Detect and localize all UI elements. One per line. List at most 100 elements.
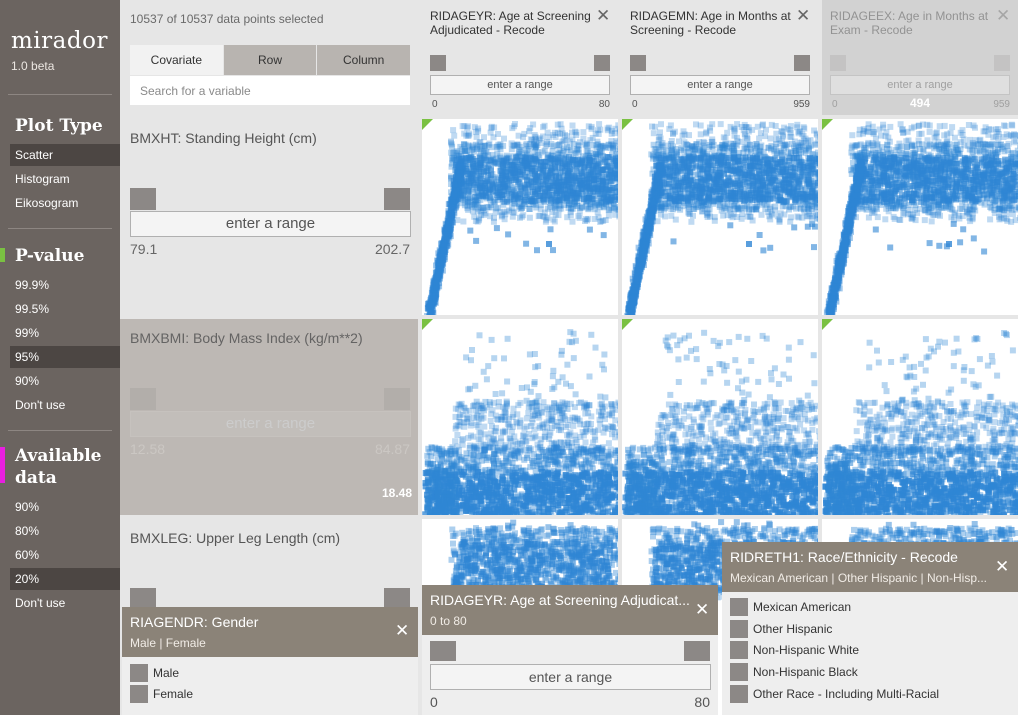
available-data-title-line2: data: [15, 468, 57, 488]
scatter-plot[interactable]: [622, 119, 818, 315]
available-option-80[interactable]: 80%: [10, 520, 120, 542]
option-label: Female: [153, 687, 194, 701]
close-icon[interactable]: ✕: [796, 7, 810, 24]
filter-option-female[interactable]: Female: [130, 685, 193, 703]
pvalue-option-95[interactable]: 95%: [10, 346, 120, 368]
range-max-handle[interactable]: [794, 55, 810, 71]
scatter-plot[interactable]: [622, 319, 818, 515]
filter-title: RIDRETH1: Race/Ethnicity - Recode: [730, 549, 958, 565]
pvalue-color-marker: [0, 248, 5, 262]
option-label: Male: [153, 666, 180, 680]
range-input[interactable]: enter a range: [130, 211, 411, 237]
available-option-20[interactable]: 20%: [10, 568, 120, 590]
filter-panel-age: RIDAGEYR: Age at Screening Adjudicat... …: [422, 585, 718, 715]
close-icon[interactable]: ✕: [395, 622, 409, 639]
range-max-label: 202.7: [374, 241, 410, 257]
divider: [8, 94, 112, 95]
range-min-handle[interactable]: [830, 55, 846, 71]
available-data-color-marker: [0, 447, 5, 483]
tab-covariate[interactable]: Covariate: [130, 45, 223, 75]
pvalue-option-99[interactable]: 99%: [10, 322, 120, 344]
range-max-handle[interactable]: [684, 641, 710, 661]
pvalue-option-999[interactable]: 99.9%: [10, 274, 120, 296]
hover-value: 18.48: [381, 486, 412, 500]
tab-row[interactable]: Row: [222, 45, 317, 75]
plot-type-title: Plot Type: [15, 116, 103, 136]
column-header-ridageyr: RIDAGEYR: Age at Screening Adjudicated -…: [422, 0, 618, 115]
range-min-label: 12.58: [130, 441, 166, 457]
range-input[interactable]: enter a range: [830, 75, 1010, 95]
range-min-handle[interactable]: [130, 388, 156, 410]
pvalue-option-90[interactable]: 90%: [10, 370, 120, 392]
filter-title: RIAGENDR: Gender: [130, 614, 259, 630]
range-max-label: 959: [793, 99, 810, 110]
row-title: BMXLEG: Upper Leg Length (cm): [130, 530, 341, 546]
range-max-handle[interactable]: [384, 188, 410, 210]
range-min-handle[interactable]: [430, 641, 456, 661]
pvalue-marker: [422, 319, 433, 330]
mirador-app: mirador 1.0 beta Plot Type Scatter Histo…: [0, 0, 1018, 715]
pvalue-option-995[interactable]: 99.5%: [10, 298, 120, 320]
filter-subtitle: Mexican American | Other Hispanic | Non-…: [730, 571, 987, 585]
close-icon[interactable]: ✕: [996, 7, 1010, 24]
scatter-plot[interactable]: [822, 119, 1018, 315]
filter-panel-header: RIAGENDR: Gender Male | Female ✕: [122, 607, 418, 657]
range-input[interactable]: enter a range: [430, 664, 711, 690]
available-option-dont-use[interactable]: Don't use: [10, 592, 120, 614]
variable-tabs: Covariate Row Column: [130, 45, 411, 75]
tab-column[interactable]: Column: [316, 45, 411, 75]
range-input[interactable]: enter a range: [130, 411, 411, 437]
scatter-plot[interactable]: [422, 119, 618, 315]
filter-panel-gender: RIAGENDR: Gender Male | Female ✕ Male Fe…: [122, 607, 418, 715]
range-input[interactable]: enter a range: [630, 75, 810, 95]
variable-search-input[interactable]: [130, 76, 410, 105]
scatter-plot[interactable]: [422, 319, 618, 515]
app-version: 1.0 beta: [11, 59, 55, 73]
column-title: RIDAGEEX: Age in Months at Exam - Recode: [830, 9, 989, 37]
range-max-handle[interactable]: [994, 55, 1010, 71]
checkbox[interactable]: [730, 620, 748, 638]
pvalue-option-dont-use[interactable]: Don't use: [10, 394, 120, 416]
pvalue-marker: [422, 119, 433, 130]
filter-option-non-hispanic-black[interactable]: Non-Hispanic Black: [730, 663, 858, 681]
available-option-90[interactable]: 90%: [10, 496, 120, 518]
available-option-60[interactable]: 60%: [10, 544, 120, 566]
range-max-label: 80: [694, 694, 710, 710]
checkbox[interactable]: [730, 598, 748, 616]
range-min-label: 0: [432, 99, 438, 110]
scatter-plot[interactable]: [822, 319, 1018, 515]
close-icon[interactable]: ✕: [695, 601, 709, 618]
filter-subtitle: 0 to 80: [430, 614, 467, 628]
available-data-title: Available data: [15, 445, 102, 489]
checkbox[interactable]: [130, 664, 148, 682]
filter-option-male[interactable]: Male: [130, 664, 179, 682]
range-input[interactable]: enter a range: [430, 75, 610, 95]
option-label: Other Race - Including Multi-Racial: [753, 687, 940, 701]
filter-option-other-hispanic[interactable]: Other Hispanic: [730, 620, 832, 638]
close-icon[interactable]: ✕: [995, 558, 1009, 575]
option-label: Non-Hispanic White: [753, 643, 860, 657]
filter-option-other-race[interactable]: Other Race - Including Multi-Racial: [730, 685, 939, 703]
plot-type-histogram[interactable]: Histogram: [10, 168, 120, 190]
range-max-handle[interactable]: [384, 388, 410, 410]
pvalue-marker: [622, 119, 633, 130]
plot-type-scatter[interactable]: Scatter: [10, 144, 120, 166]
range-min-handle[interactable]: [630, 55, 646, 71]
divider: [8, 430, 112, 431]
range-min-label: 0: [632, 99, 638, 110]
range-max-handle[interactable]: [594, 55, 610, 71]
checkbox[interactable]: [730, 663, 748, 681]
close-icon[interactable]: ✕: [596, 7, 610, 24]
row-title: BMXBMI: Body Mass Index (kg/m**2): [130, 330, 363, 346]
range-min-handle[interactable]: [130, 188, 156, 210]
filter-option-mexican-american[interactable]: Mexican American: [730, 598, 851, 616]
range-min-label: 0: [430, 694, 438, 710]
checkbox[interactable]: [730, 641, 748, 659]
option-label: Other Hispanic: [753, 622, 833, 636]
filter-option-non-hispanic-white[interactable]: Non-Hispanic White: [730, 641, 859, 659]
checkbox[interactable]: [730, 685, 748, 703]
pvalue-marker: [822, 119, 833, 130]
range-min-handle[interactable]: [430, 55, 446, 71]
checkbox[interactable]: [130, 685, 148, 703]
plot-type-eikosogram[interactable]: Eikosogram: [10, 192, 120, 214]
